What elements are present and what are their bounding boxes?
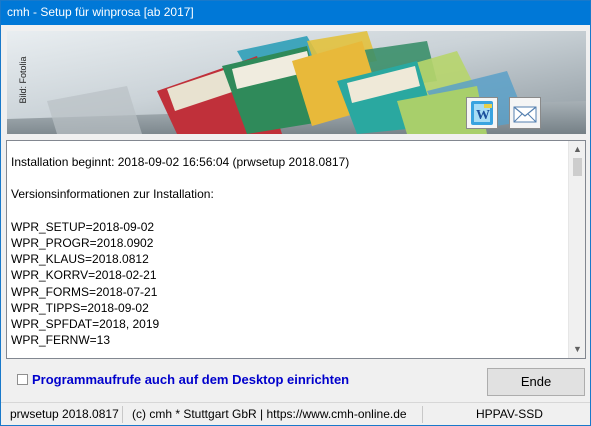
status-separator: [422, 406, 423, 423]
status-bar: prwsetup 2018.0817 (c) cmh * Stuttgart G…: [1, 402, 590, 425]
books-illustration: [7, 31, 586, 134]
window-title: cmh - Setup für winprosa [ab 2017]: [7, 5, 194, 19]
setup-window: cmh - Setup für winprosa [ab 2017] Bild:…: [0, 0, 591, 426]
log-line: WPR_SETUP=2018-09-02: [11, 219, 155, 234]
desktop-shortcut-label[interactable]: Programmaufrufe auch auf dem Desktop ein…: [32, 372, 349, 387]
word-button[interactable]: W: [466, 97, 498, 129]
status-company: (c) cmh * Stuttgart GbR | https://www.cm…: [132, 407, 407, 421]
log-line: WPR_SPFDAT=2018, 2019: [11, 316, 160, 331]
status-version: prwsetup 2018.0817: [10, 407, 119, 421]
log-line: WPR_PROGR=2018.0902: [11, 235, 154, 250]
title-bar[interactable]: cmh - Setup für winprosa [ab 2017]: [1, 1, 590, 25]
image-credit: Bild: Fotolia: [18, 56, 28, 104]
vertical-scrollbar[interactable]: ▲ ▼: [568, 141, 585, 358]
log-line: Versionsinformationen zur Installation:: [11, 187, 214, 202]
status-machine: HPPAV-SSD: [476, 407, 543, 421]
header-banner: Bild: Fotolia: [7, 31, 586, 134]
desktop-shortcut-checkbox[interactable]: [17, 374, 28, 385]
end-button[interactable]: Ende: [487, 368, 585, 396]
log-text: Installation beginnt: 2018-09-02 16:56:0…: [11, 154, 566, 348]
log-line: WPR_FORMS=2018-07-21: [11, 284, 158, 299]
status-separator: [122, 406, 123, 423]
word-icon: W: [471, 101, 493, 125]
scroll-up-icon[interactable]: ▲: [569, 141, 585, 158]
log-line: Installation beginnt: 2018-09-02 16:56:0…: [11, 155, 350, 169]
svg-text:W: W: [476, 108, 490, 123]
scroll-thumb[interactable]: [573, 158, 582, 176]
mail-button[interactable]: [509, 97, 541, 129]
installation-log[interactable]: Installation beginnt: 2018-09-02 16:56:0…: [6, 140, 586, 359]
log-line: WPR_KORRV=2018-02-21: [11, 268, 157, 283]
mail-icon: [513, 106, 537, 123]
log-line: WPR_KLAUS=2018.0812: [11, 252, 149, 267]
log-line: WPR_FERNW=13: [11, 333, 111, 348]
scroll-down-icon[interactable]: ▼: [569, 341, 585, 358]
log-line: WPR_TIPPS=2018-09-02: [11, 300, 149, 315]
